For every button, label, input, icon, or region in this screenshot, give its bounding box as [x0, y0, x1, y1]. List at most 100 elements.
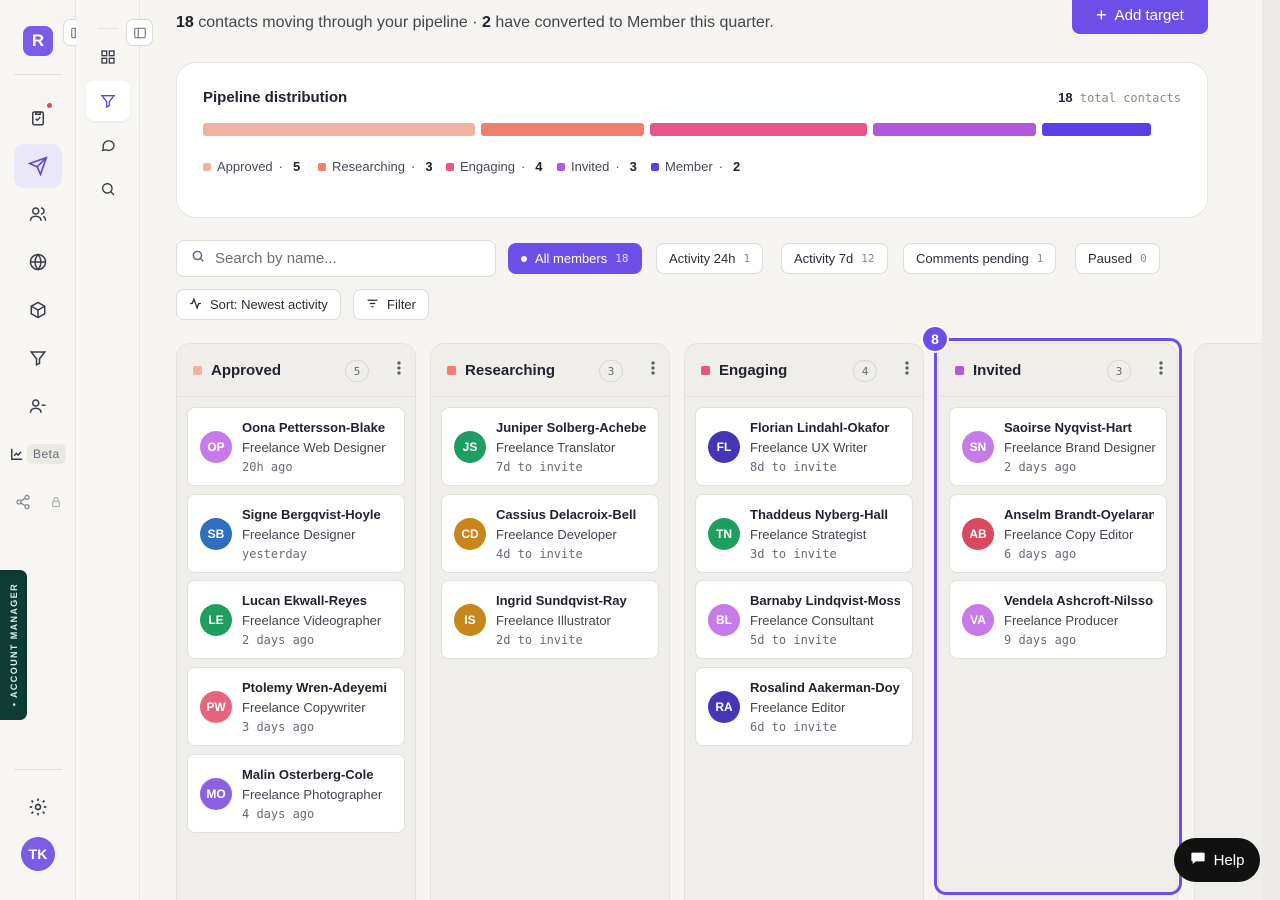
contact-card[interactable]: LE Lucan Ekwall-Reyes Freelance Videograph… [187, 580, 405, 660]
legend-swatch [446, 162, 454, 171]
contact-timestamp: yesterday [242, 546, 308, 561]
contact-card[interactable]: PW Ptolemy Wren-Adeyemi Freelance Copywrit… [187, 667, 405, 747]
column-header: Invited 3 [939, 344, 1177, 397]
contact-timestamp: 6d to invite [750, 720, 837, 735]
filter-chip-paused[interactable]: Paused 0 [1075, 243, 1160, 274]
contact-timestamp: 2d to invite [496, 633, 583, 648]
total-contacts-label: total contacts [1079, 91, 1181, 105]
contact-card[interactable]: TN Thaddeus Nyberg-Hall Freelance Strategi… [695, 493, 913, 573]
sort-button[interactable]: Sort: Newest activity [176, 289, 341, 320]
chat-icon[interactable] [86, 125, 130, 165]
contact-card[interactable]: OP Oona Pettersson-Blake Freelance Web Des… [187, 407, 405, 486]
filter-chip-all-members[interactable]: All members 18 [508, 243, 642, 274]
legend-count: 2 [733, 159, 741, 174]
contacts-count: 18 [176, 14, 194, 31]
box-icon[interactable] [14, 288, 62, 332]
contact-card[interactable]: BL Barnaby Lindqvist-Moss Freelance Consul… [695, 580, 913, 660]
filter-icon[interactable] [14, 336, 62, 380]
divider [98, 28, 118, 29]
activity-icon [189, 296, 202, 313]
funnel-icon[interactable] [86, 81, 130, 121]
contact-timestamp: 3d to invite [750, 546, 837, 561]
lock-icon [32, 480, 80, 524]
filter-chip-comments-pending[interactable]: Comments pending 1 [903, 243, 1057, 274]
contact-card[interactable]: SN Saoirse Nyqvist-Hart Freelance Brand De… [949, 407, 1167, 486]
contact-card[interactable]: AB Anselm Brandt-Oyelaran Freelance Copy E… [949, 493, 1167, 573]
legend-label: Member [665, 159, 713, 174]
search-box[interactable] [176, 240, 496, 277]
distribution-segment-invited [873, 123, 1036, 136]
account-manager-tab[interactable]: • ACCOUNT MANAGER [0, 570, 27, 720]
user-avatar[interactable]: TK [21, 837, 55, 871]
legend-count: 4 [535, 159, 543, 174]
kanban-column-engaging: Engaging 4 FL Florian Lindahl-Okafor Freelan… [684, 343, 924, 900]
contact-card[interactable]: SB Signe Bergqvist-Hoyle Freelance Designe… [187, 493, 405, 573]
column-title: Engaging [719, 361, 788, 379]
converted-count: 2 [481, 14, 491, 31]
globe-icon[interactable] [14, 240, 62, 284]
workspace-logo[interactable]: R [23, 26, 53, 56]
contact-timestamp: 5d to invite [750, 633, 837, 648]
search-icon[interactable] [86, 169, 130, 209]
contact-card[interactable]: VA Vendela Ashcroft-Nilsson Freelance Prod… [949, 580, 1167, 660]
legend-label: Researching [332, 159, 405, 174]
contact-name: Florian Lindahl-Okafor [750, 420, 890, 435]
filter-chip-activity-7d[interactable]: Activity 7d 12 [781, 243, 888, 274]
contact-name: Juniper Solberg-Achebe [496, 420, 646, 435]
total-contacts-value: 18 [1058, 90, 1073, 105]
gear-icon[interactable] [14, 785, 62, 829]
highlight-badge: 8 [921, 325, 949, 353]
scrollbar[interactable] [1262, 0, 1280, 900]
filter-chip-activity-24h[interactable]: Activity 24h 1 [656, 243, 764, 274]
send-icon[interactable] [14, 144, 62, 188]
contact-role: Freelance Designer [242, 526, 356, 542]
legend-count: 3 [425, 159, 433, 174]
column-header: Engaging 4 [685, 344, 923, 397]
contacts-icon[interactable] [14, 384, 62, 428]
distribution-title: Pipeline distribution [203, 89, 348, 106]
search-input[interactable] [215, 250, 465, 267]
contact-card[interactable]: CD Cassius Delacroix-Bell Freelance Develo… [441, 493, 659, 573]
contact-timestamp: 4 days ago [242, 806, 315, 821]
filter-lines-icon [366, 297, 379, 313]
more-vertical-icon[interactable] [1159, 361, 1163, 380]
contact-role: Freelance Producer [1004, 613, 1119, 629]
contact-avatar: JS [454, 431, 486, 463]
filter-label: Filter [387, 297, 416, 312]
more-vertical-icon[interactable] [651, 361, 655, 380]
pipeline-distribution-card: Pipeline distribution 18 total contacts … [176, 62, 1208, 218]
contact-card[interactable]: IS Ingrid Sundqvist-Ray Freelance Illustra… [441, 580, 659, 660]
contact-avatar: OP [200, 431, 232, 463]
legend-swatch [318, 162, 326, 171]
legend-count: 3 [629, 159, 637, 174]
contact-card[interactable]: JS Juniper Solberg-Achebe Freelance Transl… [441, 407, 659, 486]
contact-card[interactable]: RA Rosalind Aakerman-Doyle Freelance Edito… [695, 667, 913, 747]
more-vertical-icon[interactable] [397, 361, 401, 380]
help-label: Help [1213, 851, 1245, 869]
add-target-button[interactable]: + Add target [1072, 0, 1208, 34]
users-icon[interactable] [14, 192, 62, 236]
distribution-segment-approved [203, 123, 475, 136]
contact-card[interactable]: FL Florian Lindahl-Okafor Freelance UX Wri… [695, 407, 913, 486]
grid-icon[interactable] [86, 37, 130, 77]
contact-role: Freelance Illustrator [496, 613, 611, 629]
contact-avatar: BL [708, 604, 740, 637]
panel-toggle-icon[interactable] [126, 19, 153, 46]
filter-button[interactable]: Filter [353, 289, 429, 320]
contact-role: Freelance Developer [496, 526, 617, 542]
beta-badge: Beta [27, 444, 66, 464]
help-button[interactable]: Help [1174, 838, 1260, 882]
contact-card[interactable]: MO Malin Osterberg-Cole Freelance Photogra… [187, 753, 405, 833]
distribution-segment-member [1042, 123, 1151, 136]
legend-item-invited: Invited · 3 [557, 159, 637, 174]
contact-timestamp: 2 days ago [242, 633, 315, 648]
legend-separator: · [278, 159, 283, 174]
contact-role: Freelance UX Writer [750, 440, 868, 455]
more-vertical-icon[interactable] [905, 361, 909, 380]
clipboard-icon[interactable] [14, 96, 62, 140]
contact-timestamp: 3 days ago [242, 720, 315, 735]
filter-chip-label: Paused [1088, 251, 1133, 266]
contact-avatar: CD [454, 517, 486, 550]
legend-item-engaging: Engaging · 4 [446, 159, 543, 174]
contact-avatar: TN [708, 517, 740, 550]
